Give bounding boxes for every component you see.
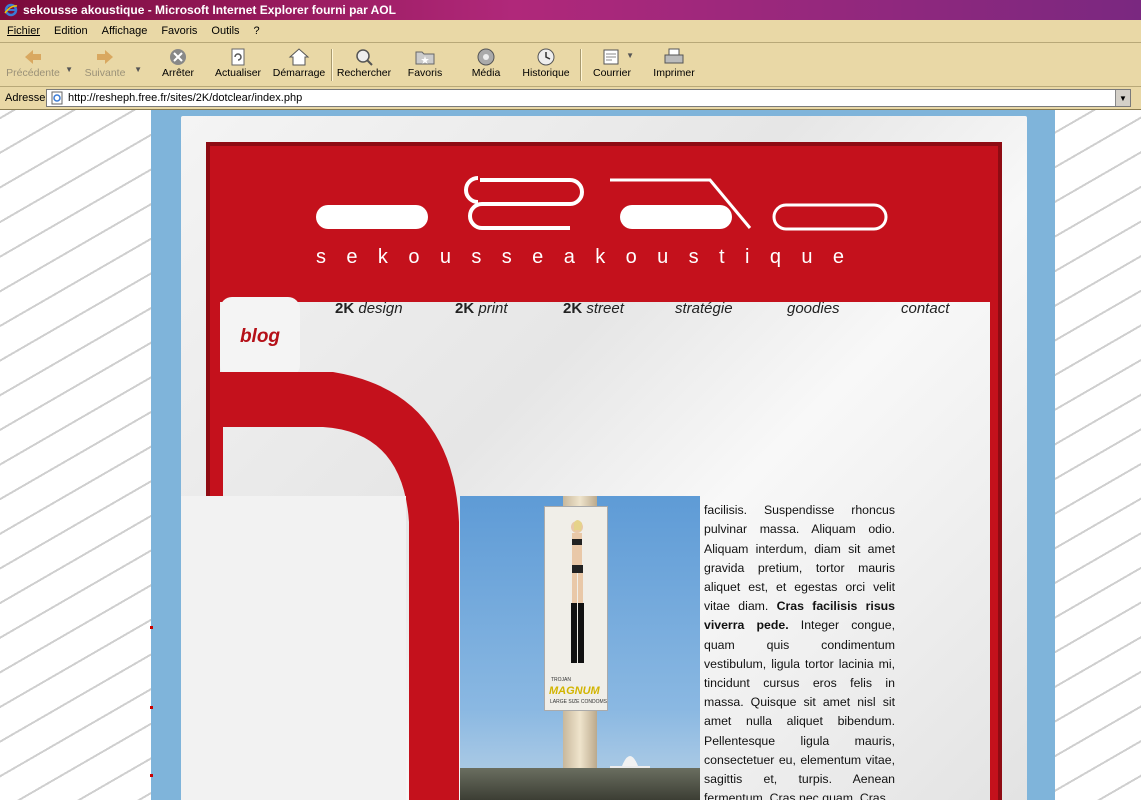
toolbar-separator [331,49,333,81]
history-button[interactable]: Historique [522,47,570,85]
banner-top-text: TROJAN [551,677,571,683]
window-title: sekousse akoustique - Microsoft Internet… [23,3,396,17]
mail-button[interactable]: Courrier ▼ [592,47,634,85]
menu-outils[interactable]: Outils [204,25,246,37]
nav-2k-street[interactable]: 2K street [563,300,624,317]
address-dropdown-icon[interactable]: ▼ [1115,90,1130,106]
red-dot [150,774,153,777]
article-photo: TROJAN MAGNUM LARGE SIZE CONDOMS [460,496,700,800]
media-icon [477,48,495,66]
red-dot [150,706,153,709]
print-button[interactable]: Imprimer [652,47,696,85]
article-text: Cras nisl sit amet nisl tincidunt facili… [704,496,895,800]
history-icon [537,48,555,66]
favorites-folder-icon [415,51,435,65]
stop-icon [170,49,186,65]
red-dot [150,626,153,629]
site-nav: 2K design 2K print 2K street stratégie g… [325,300,975,322]
menu-favoris[interactable]: Favoris [154,25,204,37]
menu-help[interactable]: ? [247,25,267,37]
site-logo [316,176,888,231]
banner-brand-text: MAGNUM [549,685,600,697]
search-button[interactable]: Rechercher [336,47,392,85]
mail-icon [603,49,619,65]
page-icon [51,91,63,105]
menu-affichage[interactable]: Affichage [95,25,155,37]
nav-strategie[interactable]: stratégie [675,300,733,317]
address-bar: Adresse http://resheph.free.fr/sites/2K/… [0,87,1141,110]
stop-button[interactable]: Arrêter [160,47,196,85]
address-url: http://resheph.free.fr/sites/2K/dotclear… [68,92,303,104]
back-dropdown-icon[interactable]: ▼ [65,65,73,74]
back-arrow-icon [25,50,41,64]
nav-contact[interactable]: contact [901,300,949,317]
page-viewport[interactable]: sekousseakoustique 2K design 2K print 2K… [0,110,1141,800]
left-column [181,496,406,800]
browser-window: sekousse akoustique - Microsoft Internet… [0,0,1141,800]
refresh-button[interactable]: Actualiser [214,47,262,85]
advertising-banner: TROJAN MAGNUM LARGE SIZE CONDOMS [544,506,608,711]
search-icon [356,49,373,66]
forward-arrow-icon [97,50,113,64]
toolbar-separator [580,49,582,81]
menu-edition[interactable]: Edition [47,25,95,37]
forward-button[interactable]: Suivante ▼ [80,47,142,85]
home-button[interactable]: Démarrage [272,47,326,85]
address-input[interactable]: http://resheph.free.fr/sites/2K/dotclear… [46,89,1131,107]
favorites-button[interactable]: Favoris [406,47,444,85]
nav-2k-design[interactable]: 2K design [335,300,403,317]
menu-fichier[interactable]: Fichier [0,25,47,37]
ie-logo-icon [4,3,18,17]
mail-dropdown-icon[interactable]: ▼ [626,51,634,60]
media-button[interactable]: Média [470,47,502,85]
title-bar: sekousse akoustique - Microsoft Internet… [0,0,1141,20]
banner-small-text: LARGE SIZE CONDOMS [550,699,607,705]
forward-dropdown-icon[interactable]: ▼ [134,65,142,74]
blog-tab[interactable]: blog [220,297,300,377]
home-icon [288,48,310,66]
nav-goodies[interactable]: goodies [787,300,840,317]
model-figure [571,520,584,663]
address-label: Adresse [5,92,46,104]
blog-label: blog [239,326,281,347]
toolbar: Précédente ▼ Suivante ▼ Arrêter Actualis… [0,43,1141,87]
refresh-icon [231,48,245,66]
back-button[interactable]: Précédente ▼ [5,47,73,85]
menu-bar: Fichier Edition Affichage Favoris Outils… [0,20,1141,43]
printer-icon [664,48,684,64]
nav-2k-print[interactable]: 2K print [455,300,508,317]
site-brand: sekousseakoustique [316,246,865,268]
tree-line [460,768,700,800]
red-side-right [990,300,1002,800]
